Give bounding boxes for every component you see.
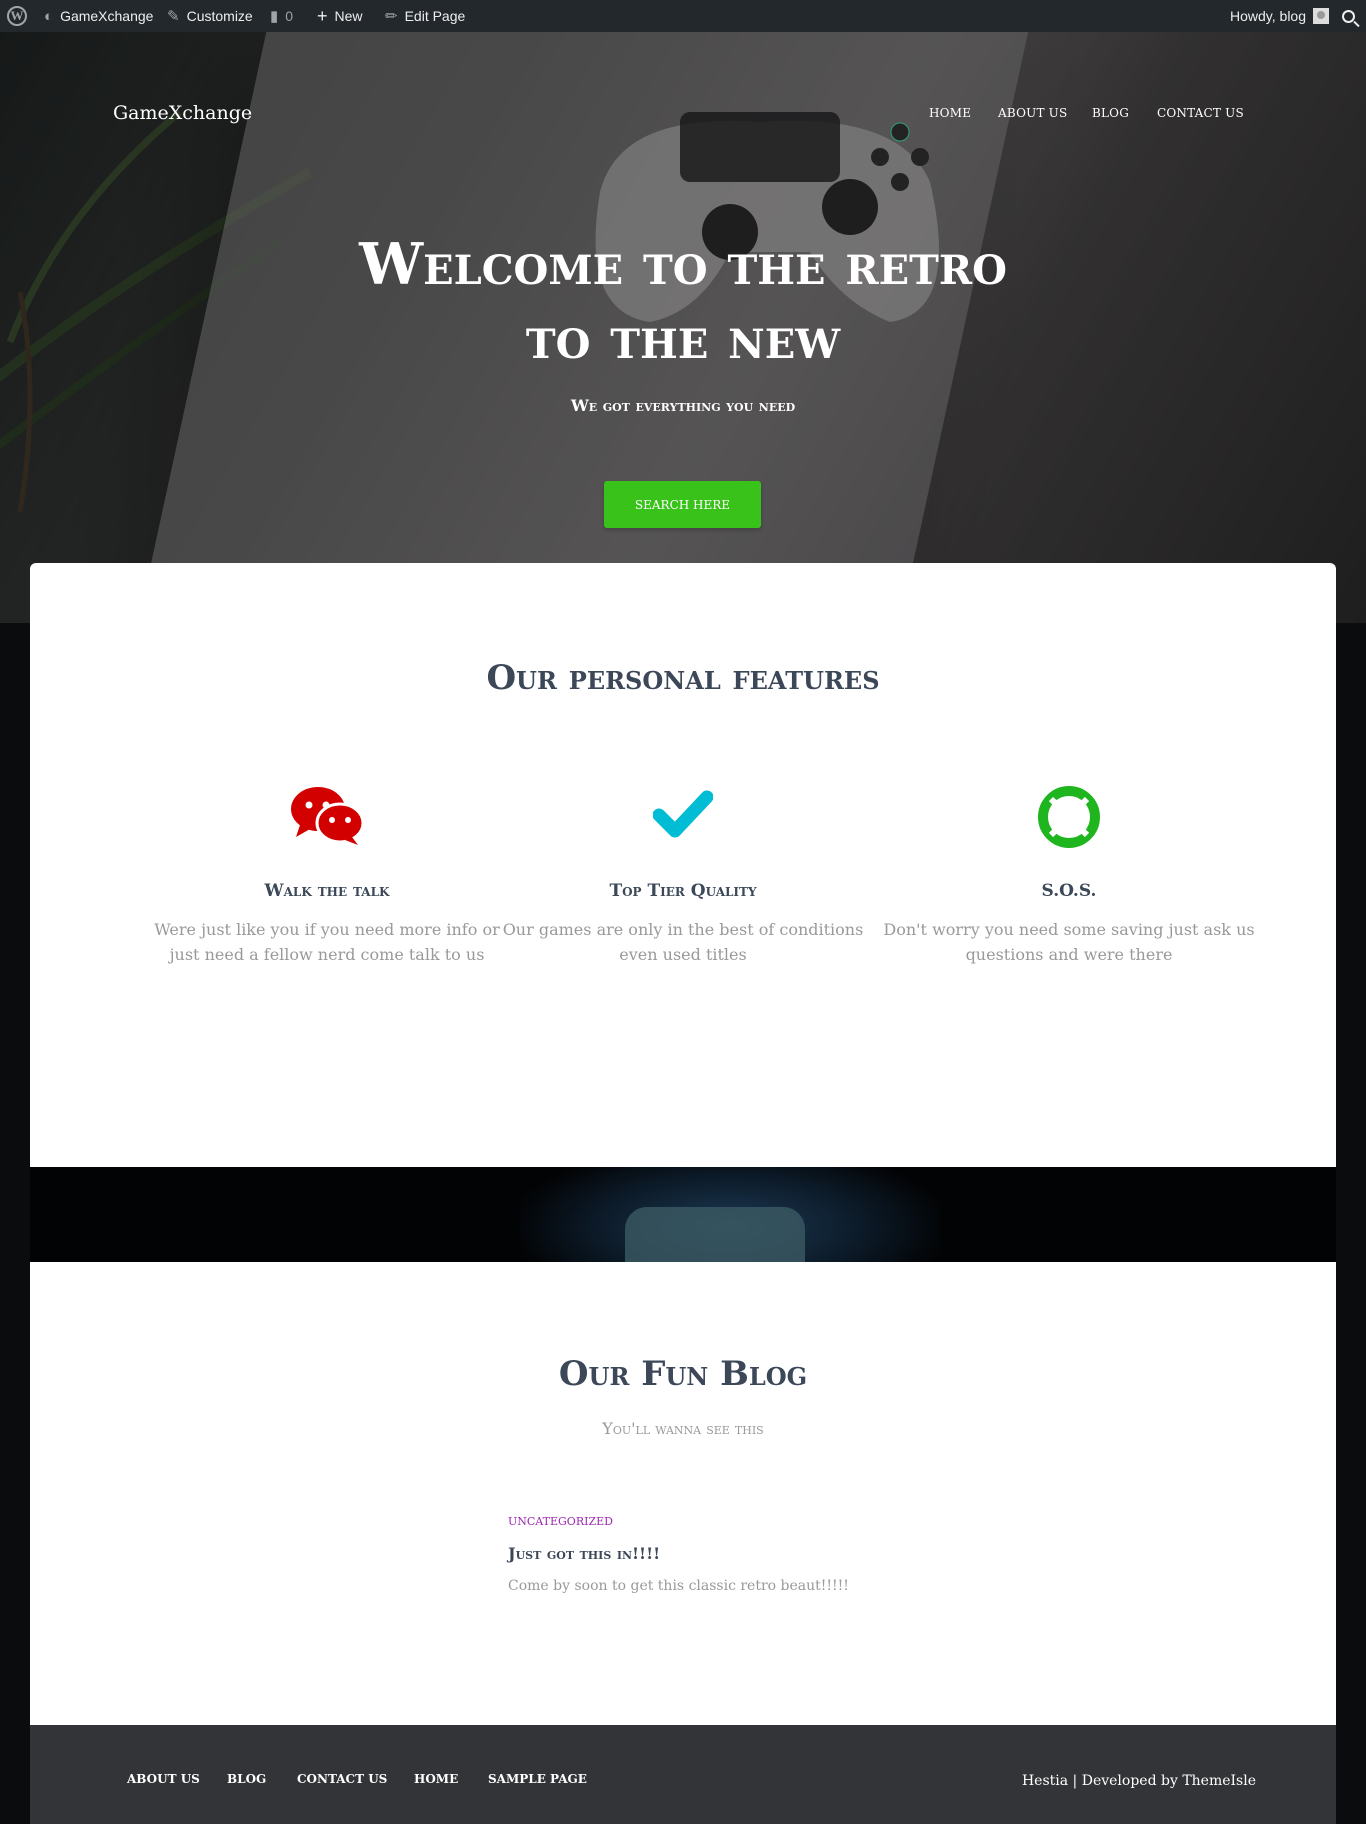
- hero-title-line2: to the new: [525, 305, 841, 372]
- post-title-link[interactable]: Just got this in!!!!: [508, 1544, 660, 1563]
- comment-icon: ▮: [270, 8, 279, 25]
- avatar: [1313, 8, 1330, 24]
- hero-subtitle: We got everything you need: [570, 396, 796, 415]
- dashboard-icon: ◐: [44, 7, 54, 25]
- feature-text: Don't worry you need some saving just as…: [883, 920, 1255, 964]
- new-label: New: [334, 8, 363, 24]
- new-content-button[interactable]: + New: [317, 0, 363, 32]
- nav-home[interactable]: HOME: [929, 106, 971, 120]
- nav-blog[interactable]: BLOG: [1092, 106, 1129, 120]
- main-navigation: HOME ABOUT US BLOG CONTACT US: [0, 106, 1366, 126]
- edit-page-button[interactable]: ✏ Edit Page: [385, 0, 465, 32]
- search-icon: [1342, 9, 1355, 23]
- feature-title: S.O.S.: [1041, 881, 1097, 901]
- feature-title: Walk the talk: [264, 881, 390, 901]
- feature-text: Were just like you if you need more info…: [154, 920, 500, 964]
- life-ring-icon: [1038, 786, 1100, 848]
- blog-section: Our Fun Blog You'll wanna see this UNCAT…: [30, 1262, 1336, 1725]
- plus-icon: +: [317, 5, 328, 26]
- footer-link-contact-us[interactable]: CONTACT US: [297, 1772, 387, 1786]
- search-here-button[interactable]: SEARCH HERE: [604, 481, 761, 528]
- admin-search-button[interactable]: [1342, 0, 1355, 32]
- pencil-icon: ✏: [385, 8, 398, 25]
- site-name-button[interactable]: ◐ GameXchange: [44, 0, 153, 32]
- footer-link-about-us[interactable]: ABOUT US: [127, 1772, 200, 1786]
- feature-text: Our games are only in the best of condit…: [502, 920, 864, 964]
- wordpress-logo-button[interactable]: W: [7, 0, 27, 32]
- customize-label: Customize: [186, 8, 253, 24]
- controller-banner-image: [30, 1167, 1336, 1262]
- footer-link-sample-page[interactable]: SAMPLE PAGE: [488, 1772, 587, 1786]
- nav-contact-us[interactable]: CONTACT US: [1157, 106, 1244, 120]
- my-account-button[interactable]: Howdy, blog: [1230, 0, 1330, 32]
- feature-item: S.O.S. Don't worry you need some saving …: [879, 785, 1259, 967]
- footer: ABOUT US BLOG CONTACT US HOME SAMPLE PAG…: [30, 1725, 1336, 1824]
- nav-about-us[interactable]: ABOUT US: [998, 106, 1067, 120]
- feature-item: Walk the talk Were just like you if you …: [137, 785, 517, 967]
- comments-button[interactable]: ▮ 0: [270, 0, 293, 32]
- credit-text: Hestia | Developed by: [1021, 1773, 1178, 1789]
- wechat-icon: [291, 787, 364, 845]
- hero-section: GameXchange HOME ABOUT US BLOG CONTACT U…: [0, 32, 1366, 623]
- footer-link-home[interactable]: HOME: [414, 1772, 458, 1786]
- admin-bar: W ◐ GameXchange ✎ Customize ▮ 0 + New ✏ …: [0, 0, 1366, 32]
- footer-link-blog[interactable]: BLOG: [227, 1772, 266, 1786]
- features-title: Our personal features: [486, 658, 880, 698]
- edit-page-label: Edit Page: [404, 8, 466, 24]
- hero-title-line1: Welcome to the retro: [359, 231, 1007, 298]
- features-section: Our personal features Walk the talk Were…: [30, 563, 1336, 1167]
- paintbrush-icon: ✎: [167, 8, 180, 25]
- howdy-label: Howdy, blog: [1230, 8, 1307, 24]
- hero-title: Welcome to the retro to the new: [283, 228, 1083, 376]
- feature-item: Top Tier Quality Our games are only in t…: [493, 785, 873, 967]
- blog-subtitle: You'll wanna see this: [602, 1419, 764, 1438]
- site-name-label: GameXchange: [60, 8, 154, 24]
- check-icon: [653, 790, 713, 838]
- themeisle-link[interactable]: ThemeIsle: [1182, 1773, 1256, 1789]
- wordpress-icon: W: [7, 6, 27, 26]
- feature-title: Top Tier Quality: [609, 881, 757, 901]
- footer-credit: Hestia | Developed by ThemeIsle: [1022, 1773, 1256, 1789]
- post-excerpt: Come by soon to get this classic retro b…: [508, 1578, 849, 1594]
- comments-count: 0: [285, 8, 294, 24]
- gamepad-image: [625, 1207, 805, 1262]
- blog-title: Our Fun Blog: [558, 1354, 808, 1394]
- post-category-link[interactable]: UNCATEGORIZED: [508, 1515, 613, 1528]
- customize-button[interactable]: ✎ Customize: [167, 0, 253, 32]
